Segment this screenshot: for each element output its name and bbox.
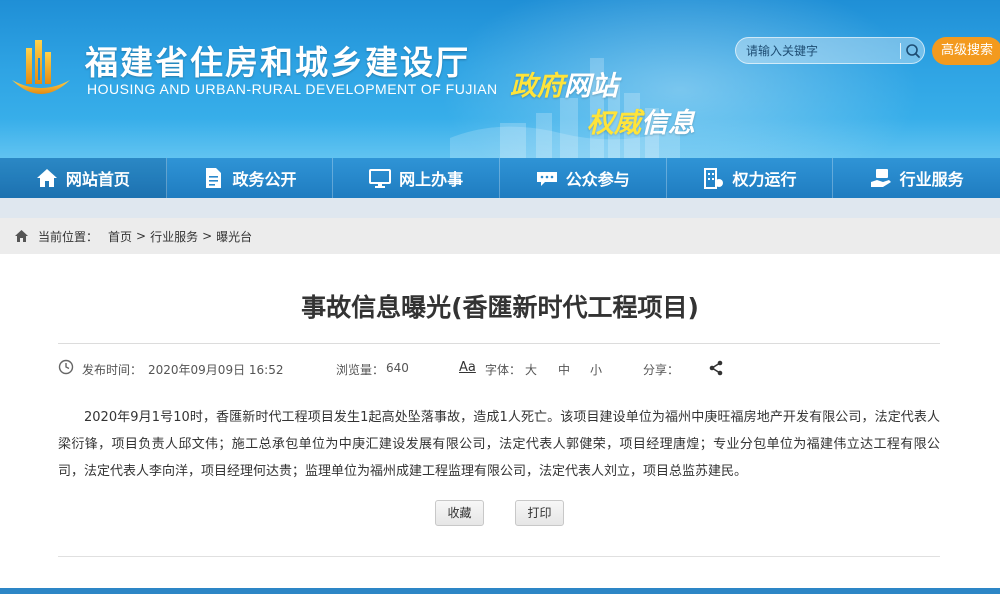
font-size-medium[interactable]: 中 bbox=[558, 361, 570, 378]
search-input[interactable] bbox=[746, 41, 896, 61]
slogan-line-2-a: 权威 bbox=[587, 108, 641, 139]
site-logo-icon[interactable] bbox=[6, 36, 76, 106]
slogan-line-2: 权威信息 bbox=[587, 101, 695, 140]
font-size-label: 字体： bbox=[485, 363, 522, 377]
font-size-icon: Aa bbox=[459, 360, 476, 375]
nav-item-label: 公众参与 bbox=[565, 170, 630, 189]
nav-item-government-affairs[interactable]: 政务公开 bbox=[167, 158, 334, 198]
publish-time: 2020年09月09日 16:52 bbox=[148, 363, 284, 377]
site-subtitle: HOUSING AND URBAN-RURAL DEVELOPMENT OF F… bbox=[87, 81, 498, 97]
slogan-line-1-b: 网站 bbox=[564, 71, 618, 102]
views-count: 640 bbox=[386, 361, 409, 375]
article-meta: 发布时间： 2020年09月09日 16:52 浏览量： 640 Aa 字体： … bbox=[58, 359, 940, 379]
breadcrumb-link-home[interactable]: 首页 bbox=[108, 228, 132, 245]
nav-item-label: 网上办事 bbox=[399, 170, 464, 189]
advanced-search-button[interactable]: 高级搜索 bbox=[932, 37, 1000, 65]
monitor-icon bbox=[369, 169, 392, 188]
home-icon bbox=[15, 230, 28, 242]
nav-item-home[interactable]: 网站首页 bbox=[0, 158, 167, 198]
nav-item-public-participation[interactable]: 公众参与 bbox=[500, 158, 667, 198]
breadcrumb: 当前位置： 首页 > 行业服务 > 曝光台 bbox=[0, 218, 1000, 254]
publish-time-label: 发布时间： bbox=[82, 363, 143, 377]
share-label: 分享： bbox=[643, 363, 680, 377]
views-label: 浏览量： bbox=[336, 363, 385, 377]
font-size-large[interactable]: 大 bbox=[525, 361, 537, 378]
nav-shadow-strip bbox=[0, 198, 1000, 218]
home-icon bbox=[36, 169, 57, 187]
breadcrumb-separator: > bbox=[136, 229, 147, 243]
breadcrumb-link-industry-services[interactable]: 行业服务 bbox=[150, 228, 198, 245]
content-divider bbox=[58, 556, 940, 557]
nav-item-online-services[interactable]: 网上办事 bbox=[333, 158, 500, 198]
footer-strip bbox=[0, 588, 1000, 594]
breadcrumb-link-exposure[interactable]: 曝光台 bbox=[216, 228, 252, 245]
slogan-line-1: 政府网站 bbox=[510, 64, 618, 103]
header-banner: 福建省住房和城乡建设厅 HOUSING AND URBAN-RURAL DEVE… bbox=[0, 0, 1000, 158]
font-size-small[interactable]: 小 bbox=[590, 361, 602, 378]
chat-icon bbox=[536, 172, 557, 186]
nav-item-industry-services[interactable]: 行业服务 bbox=[833, 158, 1000, 198]
document-icon bbox=[206, 168, 222, 188]
article-title: 事故信息曝光(香匯新时代工程项目) bbox=[301, 293, 699, 322]
slogan-line-1-a: 政府 bbox=[510, 71, 564, 102]
search-divider bbox=[900, 43, 901, 59]
building-icon bbox=[704, 168, 724, 189]
main-nav: 网站首页 政务公开 网上办事 公众参与 权力运行 行业服务 bbox=[0, 158, 1000, 198]
site-title[interactable]: 福建省住房和城乡建设厅 bbox=[85, 36, 470, 84]
favorite-button[interactable]: 收藏 bbox=[435, 500, 484, 526]
nav-item-label: 政务公开 bbox=[232, 170, 297, 189]
nav-item-power-operation[interactable]: 权力运行 bbox=[667, 158, 834, 198]
nav-item-label: 网站首页 bbox=[65, 170, 130, 189]
slogan-line-2-b: 信息 bbox=[641, 108, 695, 139]
share-icon[interactable] bbox=[708, 360, 724, 376]
title-divider bbox=[58, 343, 940, 344]
banner-band bbox=[0, 118, 1000, 158]
article-body: 2020年9月1号10时，香匯新时代工程项目发生1起高处坠落事故，造成1人死亡。… bbox=[58, 410, 940, 479]
clock-icon bbox=[58, 359, 74, 375]
nav-item-label: 行业服务 bbox=[899, 170, 964, 189]
search-box bbox=[735, 37, 925, 64]
breadcrumb-prefix: 当前位置： bbox=[38, 229, 99, 244]
hand-service-icon bbox=[870, 169, 891, 187]
breadcrumb-separator: > bbox=[202, 229, 213, 243]
nav-item-label: 权力运行 bbox=[732, 170, 797, 189]
print-button[interactable]: 打印 bbox=[515, 500, 564, 526]
search-icon[interactable] bbox=[904, 42, 922, 60]
